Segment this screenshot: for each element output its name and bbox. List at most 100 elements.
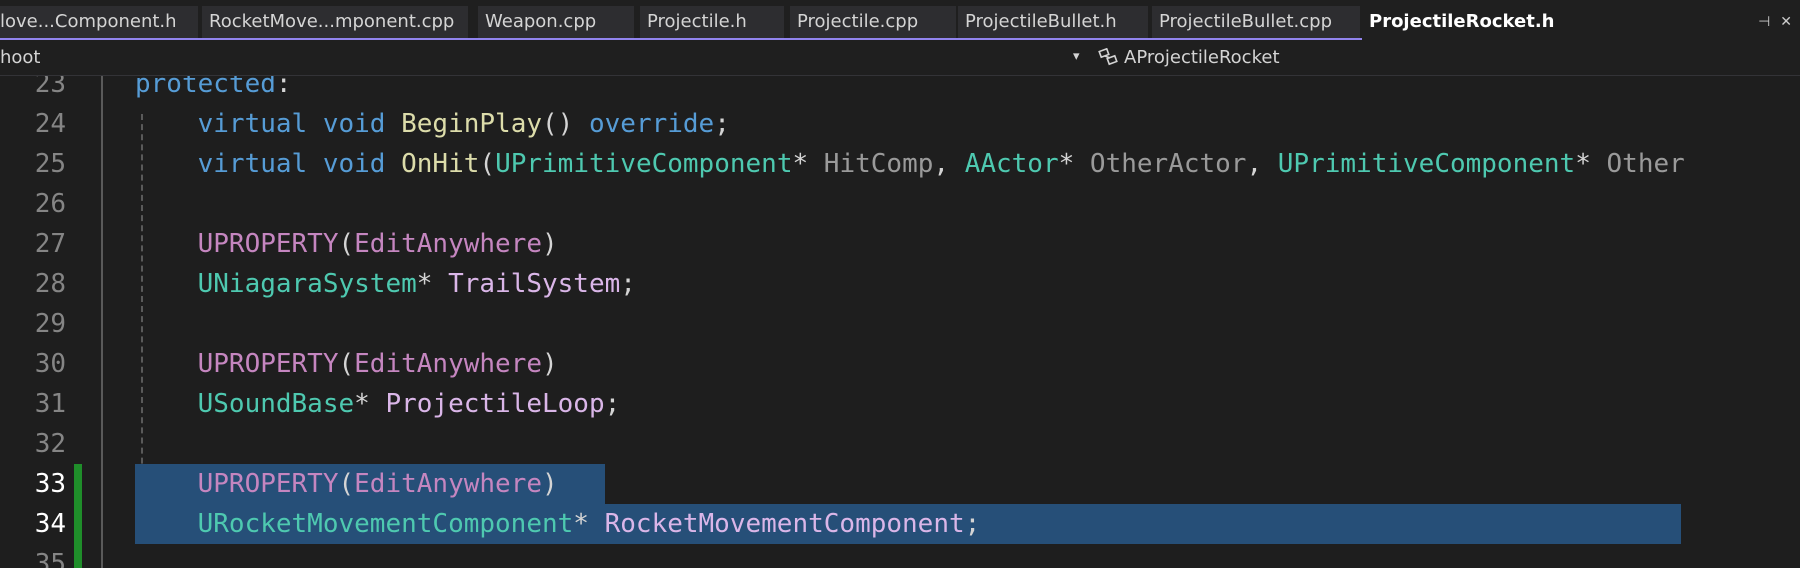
code-token: ( [338,229,355,259]
code-token: , [1246,149,1278,179]
code-token: AActor [964,149,1059,179]
code-token: * [354,389,386,419]
document-tab-bar: love...Component.h RocketMove...mponent.c… [0,0,1800,40]
navigation-bar: hoot ▾ AProjectileRocket [0,40,1800,76]
pin-icon[interactable]: ⊣ [1758,6,1770,38]
code-line[interactable]: UPROPERTY(EditAnywhere) [135,344,558,384]
code-token: void [322,109,386,139]
code-token: TrailSystem [448,269,621,299]
code-token: * [573,509,605,539]
tab-label: Weapon.cpp [485,11,597,32]
code-token: UPrimitiveComponent [1277,149,1576,179]
code-token: * [1058,149,1090,179]
code-line[interactable]: USoundBase* ProjectileLoop; [135,384,621,424]
tab-actions: ⊣ ✕ [1758,6,1800,38]
line-number: 28 [34,269,66,299]
class-icon [1098,47,1118,65]
code-token: ) [542,229,558,259]
code-token: * [792,149,824,179]
code-line[interactable]: URocketMovementComponent* RocketMovement… [135,504,981,544]
code-editor[interactable]: 23 protected: 24 virtual void BeginPlay() … [0,76,1800,568]
line-number: 26 [34,189,66,219]
code-line[interactable]: virtual void BeginPlay() override; [135,104,730,144]
code-token: protected [135,76,276,99]
change-marker [74,464,82,504]
code-token: HitComp [823,149,934,179]
code-token: virtual [135,109,308,139]
code-token: ) [542,469,558,499]
code-token: EditAnywhere [354,349,542,379]
tab-label: Projectile.cpp [797,11,919,32]
code-token: ( [338,469,355,499]
line-number: 34 [34,509,66,539]
code-token: void [322,149,386,179]
code-token: ProjectileLoop [385,389,605,419]
code-token: * [1575,149,1607,179]
code-line[interactable]: UPROPERTY(EditAnywhere) [135,224,558,264]
code-token: BeginPlay [401,109,543,139]
code-token: override [588,109,715,139]
code-token: EditAnywhere [354,469,542,499]
line-number: 33 [34,469,66,499]
tab-love-component-h[interactable]: love...Component.h [0,6,198,38]
code-token: ; [714,109,730,139]
code-token: RocketMovementComponent [604,509,965,539]
code-token: UPROPERTY [135,229,339,259]
code-token: , [933,149,965,179]
code-token: ; [964,509,981,539]
code-line[interactable]: UNiagaraSystem* TrailSystem; [135,264,636,304]
code-token: UPROPERTY [135,469,339,499]
code-line[interactable]: virtual void OnHit(UPrimitiveComponent* … [135,144,1685,184]
code-token: EditAnywhere [354,229,542,259]
code-token: * [416,269,449,299]
line-number: 30 [34,349,66,379]
code-token: OtherActor [1089,149,1247,179]
tab-label: RocketMove...mponent.cpp [209,11,455,32]
tab-label: ProjectileBullet.cpp [1159,11,1333,32]
code-token: UPrimitiveComponent [495,149,793,179]
tab-projectilebullet-h[interactable]: ProjectileBullet.h [958,6,1148,38]
code-line[interactable]: UPROPERTY(EditAnywhere) [135,464,558,504]
change-marker [74,544,82,568]
code-token: : [275,76,292,99]
tab-label: ProjectileRocket.h [1369,11,1555,32]
tab-projectile-cpp[interactable]: Projectile.cpp [790,6,956,38]
code-token: ; [604,389,621,419]
member-dropdown-label: AProjectileRocket [1124,47,1280,68]
code-token: UPROPERTY [135,349,339,379]
tab-rocketmove-mponent-cpp[interactable]: RocketMove...mponent.cpp [202,6,468,38]
line-number: 32 [34,429,66,459]
code-token: USoundBase [135,389,355,419]
code-token: () [542,109,589,139]
code-token: virtual [135,149,308,179]
tab-weapon-cpp[interactable]: Weapon.cpp [478,6,634,38]
tab-projectile-h[interactable]: Projectile.h [640,6,784,38]
code-token: OnHit [401,149,480,179]
tab-label: love...Component.h [0,11,177,32]
project-dropdown[interactable]: hoot [0,40,1090,75]
line-number: 27 [34,229,66,259]
member-dropdown[interactable]: AProjectileRocket [1098,40,1280,75]
tab-projectilerocket-h[interactable]: ProjectileRocket.h ⊣ ✕ [1362,6,1800,40]
close-icon[interactable]: ✕ [1780,6,1792,38]
code-token: ( [479,149,496,179]
chevron-down-icon[interactable]: ▾ [1073,49,1080,64]
line-number: 31 [34,389,66,419]
tab-projectilebullet-cpp[interactable]: ProjectileBullet.cpp [1152,6,1360,38]
line-number: 35 [34,549,66,568]
code-line[interactable]: protected: [135,76,292,104]
tab-label: ProjectileBullet.h [965,11,1117,32]
code-token: ( [338,349,355,379]
tab-label: Projectile.h [647,11,747,32]
code-token: UNiagaraSystem [135,269,417,299]
line-number: 25 [34,149,66,179]
code-token: ; [620,269,636,299]
line-number: 29 [34,309,66,339]
line-number: 23 [34,76,66,99]
code-token: ) [542,349,558,379]
project-dropdown-label: hoot [0,47,41,68]
